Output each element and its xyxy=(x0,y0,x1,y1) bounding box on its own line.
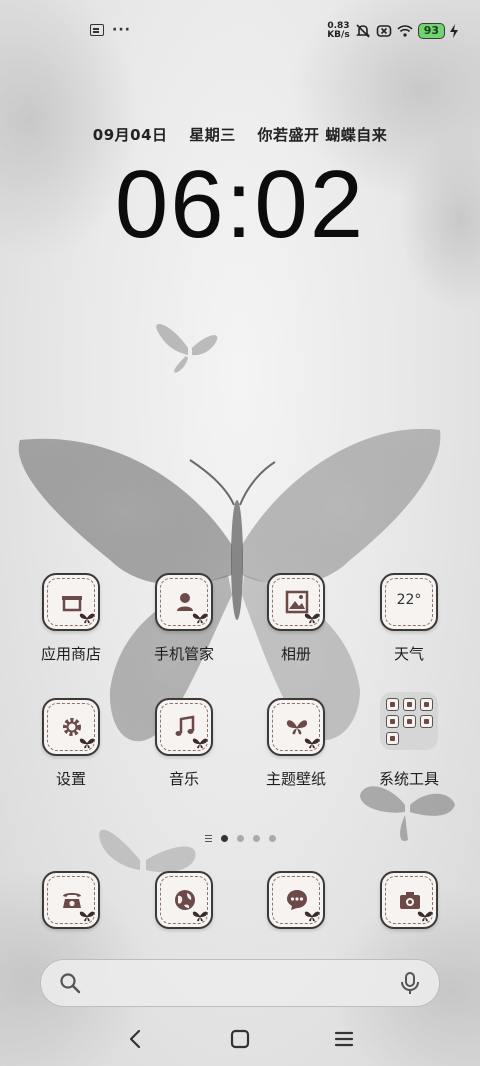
side-butterfly-icon xyxy=(360,786,455,841)
status-bar: ··· 0.83 KB/s 93 xyxy=(0,20,480,46)
butterfly-badge-icon xyxy=(192,911,208,922)
app-music[interactable]: 音乐 xyxy=(129,698,239,789)
wifi-icon xyxy=(397,25,413,37)
butterfly-badge-icon xyxy=(79,911,95,922)
page-indicator[interactable] xyxy=(0,835,480,842)
motto-text: 你若盛开 蝴蝶自来 xyxy=(257,126,388,144)
back-icon[interactable] xyxy=(125,1028,147,1050)
app-store[interactable]: 应用商店 xyxy=(16,573,126,664)
notification-icon xyxy=(90,24,104,36)
theme-butterfly-icon xyxy=(267,698,325,756)
dock-browser[interactable] xyxy=(129,871,239,929)
folder-app-icon xyxy=(420,715,433,728)
navigation-bar xyxy=(0,1024,480,1054)
settings-gear-icon xyxy=(42,698,100,756)
app-label: 应用商店 xyxy=(40,645,101,663)
store-icon xyxy=(42,573,100,631)
messages-icon xyxy=(267,871,325,929)
phone-icon xyxy=(42,871,100,929)
butterfly-badge-icon xyxy=(304,911,320,922)
folder-app-icon xyxy=(403,698,416,711)
weekday-text: 星期三 xyxy=(189,126,236,144)
app-label: 相册 xyxy=(280,645,311,663)
recent-apps-icon[interactable] xyxy=(333,1028,355,1050)
date-line: 09月04日 星期三 你若盛开 蝴蝶自来 xyxy=(0,124,480,145)
page-menu-icon[interactable] xyxy=(204,835,212,842)
security-manager-icon xyxy=(155,573,213,631)
date-text: 09月04日 xyxy=(92,126,168,144)
dock-camera[interactable] xyxy=(354,871,464,929)
no-sim-icon xyxy=(376,25,391,37)
butterfly-badge-icon xyxy=(192,613,208,624)
folder-app-icon xyxy=(403,715,416,728)
dock-phone[interactable] xyxy=(16,871,126,929)
butterfly-badge-icon xyxy=(192,738,208,749)
clock-widget[interactable]: 06:02 xyxy=(0,150,480,260)
page-dot[interactable] xyxy=(268,835,276,842)
page-dot[interactable] xyxy=(236,835,244,842)
app-phone-manager[interactable]: 手机管家 xyxy=(129,573,239,664)
app-label: 系统工具 xyxy=(378,770,439,788)
search-bar[interactable] xyxy=(40,959,440,1007)
microphone-icon[interactable] xyxy=(399,971,421,995)
alarm-muted-icon xyxy=(355,24,370,38)
butterfly-badge-icon xyxy=(79,738,95,749)
home-icon[interactable] xyxy=(229,1028,251,1050)
butterfly-badge-icon xyxy=(304,738,320,749)
app-themes[interactable]: 主题壁纸 xyxy=(241,698,351,789)
butterfly-badge-icon xyxy=(79,613,95,624)
browser-icon xyxy=(155,871,213,929)
app-label: 天气 xyxy=(393,645,424,663)
battery-level: 93 xyxy=(417,23,445,39)
folder-preview xyxy=(380,692,438,750)
app-label: 设置 xyxy=(55,770,86,788)
app-settings[interactable]: 设置 xyxy=(16,698,126,789)
network-speed: 0.83 KB/s xyxy=(327,22,349,40)
search-icon[interactable] xyxy=(59,972,81,994)
weather-temperature: 22° xyxy=(396,592,422,608)
gallery-icon xyxy=(267,573,325,631)
small-butterfly-icon xyxy=(156,324,218,373)
weather-icon: 22° xyxy=(380,573,438,631)
camera-icon xyxy=(380,871,438,929)
folder-app-icon xyxy=(386,698,399,711)
butterfly-badge-icon xyxy=(304,613,320,624)
system-tools-folder[interactable]: 系统工具 xyxy=(354,692,464,789)
charging-icon xyxy=(450,24,458,38)
app-label: 主题壁纸 xyxy=(265,770,326,788)
page-dot[interactable] xyxy=(252,835,260,842)
music-note-icon xyxy=(155,698,213,756)
page-dot[interactable] xyxy=(220,835,228,842)
butterfly-badge-icon xyxy=(417,911,433,922)
folder-app-icon xyxy=(386,732,399,745)
folder-app-icon xyxy=(420,698,433,711)
app-gallery[interactable]: 相册 xyxy=(241,573,351,664)
dock-messages[interactable] xyxy=(241,871,351,929)
more-notifications-icon: ··· xyxy=(112,22,131,38)
app-weather[interactable]: 22° 天气 xyxy=(354,573,464,664)
app-label: 音乐 xyxy=(168,770,199,788)
network-speed-unit: KB/s xyxy=(327,30,350,40)
app-label: 手机管家 xyxy=(153,645,214,663)
folder-app-icon xyxy=(386,715,399,728)
